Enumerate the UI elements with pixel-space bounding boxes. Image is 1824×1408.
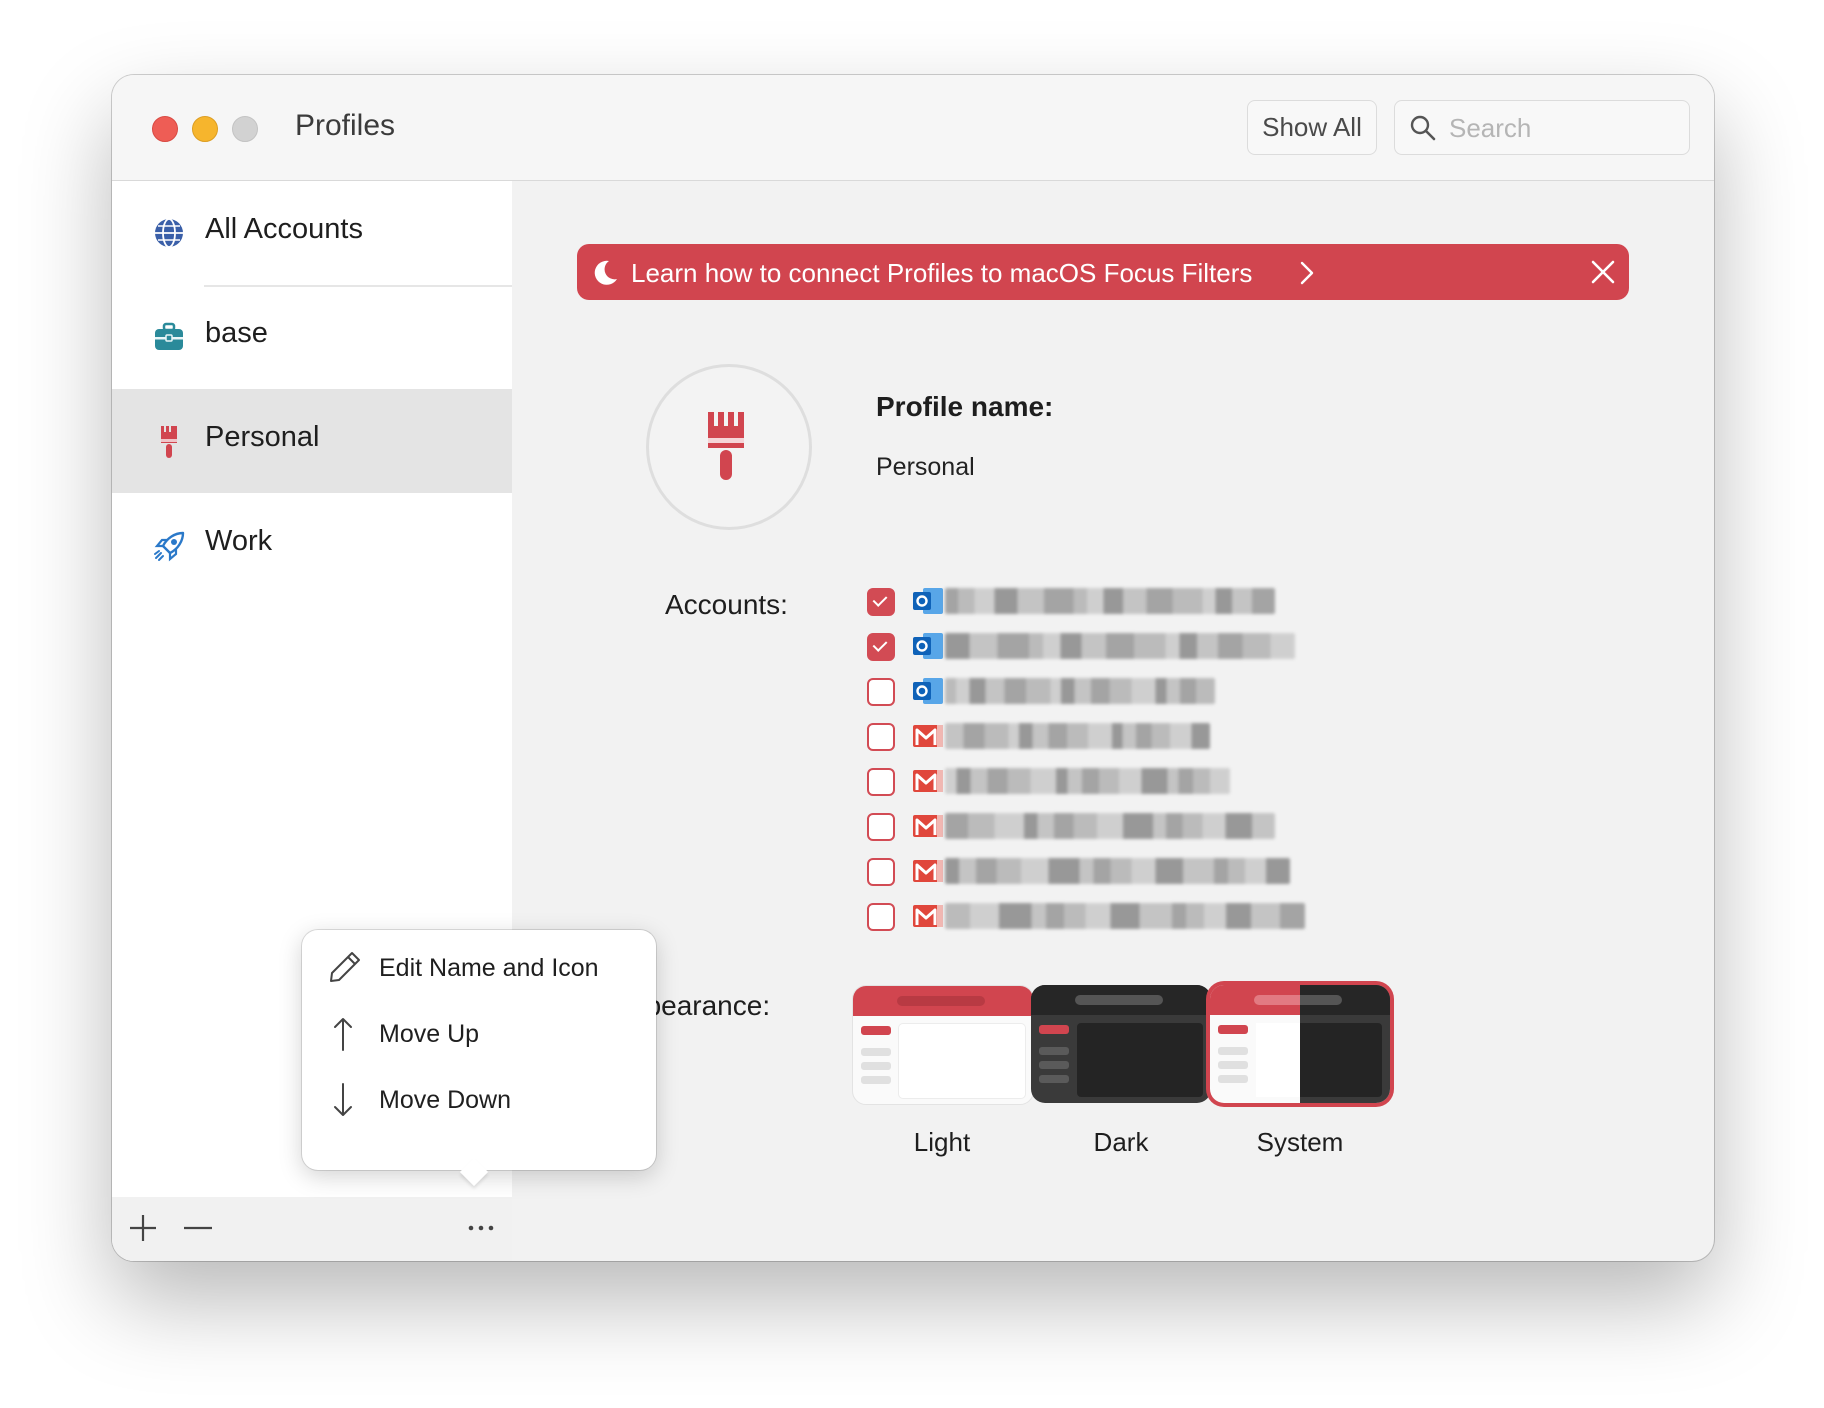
briefcase-icon [155, 322, 183, 350]
account-address-redacted [945, 678, 1215, 704]
theme-system-label: System [1256, 1127, 1344, 1157]
sidebar-item-label: Work [205, 525, 273, 557]
outlook-icon [913, 588, 943, 614]
zoom-window-button[interactable] [232, 116, 258, 142]
account-row [867, 629, 1347, 669]
theme-dark-option[interactable] [1031, 985, 1211, 1103]
account-address-redacted [945, 588, 1275, 614]
moon-icon [594, 260, 617, 285]
profile-name-value[interactable]: Personal [876, 453, 975, 482]
menu-item-label: Move Down [379, 1086, 511, 1114]
account-checkbox[interactable] [867, 813, 895, 841]
paintbrush-icon [161, 426, 177, 458]
outlook-icon [913, 678, 943, 704]
sidebar-item-label: base [205, 317, 268, 349]
close-window-button[interactable] [152, 116, 178, 142]
account-address-redacted [945, 633, 1295, 659]
account-address-redacted [945, 768, 1230, 794]
remove-icon[interactable] [182, 1213, 214, 1243]
account-row [867, 674, 1347, 714]
gmail-icon [913, 770, 943, 792]
menu-item-move-up[interactable]: Move Up [302, 1000, 656, 1066]
gmail-icon [913, 815, 943, 837]
search-field[interactable] [1394, 100, 1690, 155]
profile-name-label: Profile name: [876, 391, 1054, 422]
search-icon [1410, 115, 1436, 141]
account-checkbox[interactable] [867, 723, 895, 751]
arrow-down-icon [334, 1083, 352, 1116]
focus-filters-banner[interactable]: Learn how to connect Profiles to macOS F… [577, 244, 1629, 300]
menu-item-move-down[interactable]: Move Down [302, 1066, 656, 1132]
theme-light-option[interactable] [852, 985, 1034, 1105]
theme-dark-label: Dark [1093, 1127, 1149, 1157]
profile-icon-well[interactable] [646, 364, 812, 530]
paintbrush-icon [708, 412, 744, 480]
sidebar-toolbar [112, 1197, 512, 1261]
account-checkbox[interactable] [867, 633, 895, 661]
menu-item-edit-name-and-icon[interactable]: Edit Name and Icon [302, 934, 656, 1000]
close-icon[interactable] [1590, 259, 1616, 285]
account-address-redacted [945, 858, 1290, 884]
account-row [867, 719, 1347, 759]
account-checkbox[interactable] [867, 858, 895, 886]
outlook-icon [913, 633, 943, 659]
rocket-icon [154, 531, 185, 562]
gmail-icon [913, 860, 943, 882]
profiles-window: Profiles Show All All Accounts [112, 75, 1714, 1261]
account-row [867, 809, 1347, 849]
sidebar-item-personal[interactable]: Personal [112, 389, 512, 493]
account-row [867, 764, 1347, 804]
accounts-label: Accounts: [665, 589, 788, 620]
gmail-icon [913, 905, 943, 927]
show-all-button[interactable]: Show All [1247, 100, 1377, 155]
account-row [867, 899, 1347, 939]
pencil-icon [330, 952, 360, 982]
search-input[interactable] [1447, 109, 1681, 147]
more-icon[interactable] [466, 1213, 496, 1243]
menu-item-label: Edit Name and Icon [379, 954, 599, 982]
account-row [867, 854, 1347, 894]
sidebar-item-label: Personal [205, 421, 320, 453]
account-address-redacted [945, 723, 1210, 749]
account-checkbox[interactable] [867, 903, 895, 931]
account-checkbox[interactable] [867, 678, 895, 706]
sidebar-item-base[interactable]: base [112, 285, 512, 389]
arrow-up-icon [334, 1018, 352, 1051]
account-address-redacted [945, 813, 1275, 839]
theme-light-label: Light [913, 1127, 971, 1157]
account-row [867, 584, 1347, 624]
theme-system-option[interactable] [1210, 985, 1390, 1103]
add-icon[interactable] [128, 1213, 158, 1243]
account-address-redacted [945, 903, 1305, 929]
chevron-right-icon [1300, 261, 1314, 285]
account-checkbox[interactable] [867, 768, 895, 796]
minimize-window-button[interactable] [192, 116, 218, 142]
gmail-icon [913, 725, 943, 747]
banner-text: Learn how to connect Profiles to macOS F… [631, 258, 1253, 288]
account-checkbox[interactable] [867, 588, 895, 616]
globe-icon [155, 218, 183, 248]
sidebar-item-work[interactable]: Work [112, 493, 512, 597]
title-bar: Profiles Show All [112, 75, 1714, 181]
window-title: Profiles [295, 109, 396, 142]
sidebar-item-label: All Accounts [205, 213, 363, 245]
profile-detail-pane: Learn how to connect Profiles to macOS F… [513, 181, 1714, 1261]
sidebar-item-all-accounts[interactable]: All Accounts [112, 181, 512, 287]
profile-actions-menu: Edit Name and Icon Move Up Move Down [302, 930, 656, 1187]
menu-item-label: Move Up [379, 1020, 480, 1048]
